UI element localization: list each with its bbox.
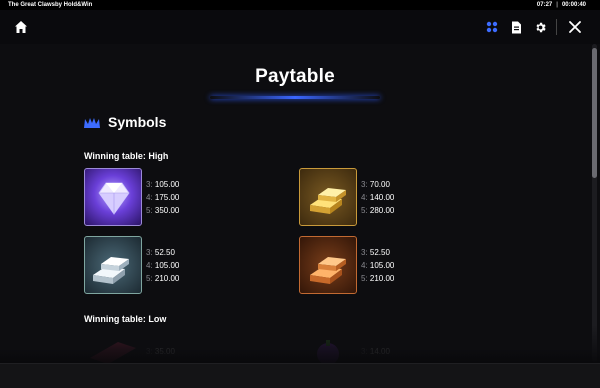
symbols-section-title: Symbols <box>108 114 167 130</box>
time-separator: | <box>556 2 558 8</box>
copper-bars-icon <box>310 257 346 284</box>
pay-count: 3: <box>146 346 153 356</box>
status-times: 07:27 | 00:00:40 <box>537 0 586 10</box>
pay-count: 4: <box>361 260 368 270</box>
pay-value: 175.00 <box>154 192 180 202</box>
pay-value: 105.00 <box>154 179 180 189</box>
scrollbar-thumb[interactable] <box>592 48 597 178</box>
red-symbol-paytable: 3: 35.00 <box>146 345 175 358</box>
pay-count: 3: <box>361 247 368 257</box>
purple-symbol-tile <box>299 336 357 366</box>
symbol-low-purple: 3: 14.00 <box>299 336 390 366</box>
grid-button[interactable] <box>480 18 504 36</box>
purple-symbol-paytable: 3: 14.00 <box>361 345 390 358</box>
top-toolbar <box>0 10 600 44</box>
pay-value: 105.00 <box>369 260 395 270</box>
pay-value: 52.50 <box>154 247 175 257</box>
bottom-bar <box>0 363 600 388</box>
home-button[interactable] <box>13 19 29 35</box>
symbols-section-header: Symbols <box>84 114 166 130</box>
diamond-tile <box>84 168 142 226</box>
gear-icon <box>535 22 546 32</box>
document-icon <box>511 21 521 33</box>
pay-count: 5: <box>146 205 153 215</box>
clock: 07:27 <box>536 2 553 8</box>
diamond-paytable: 3: 105.00 4: 175.00 5: 350.00 <box>146 178 179 217</box>
toolbar-divider <box>556 19 557 35</box>
pay-count: 5: <box>361 273 368 283</box>
pay-value: 140.00 <box>369 192 395 202</box>
status-bar: The Great Clawsby Hold&Win 07:27 | 00:00… <box>0 0 600 10</box>
symbol-copper-bars: 3: 52.50 4: 105.00 5: 210.00 <box>299 236 394 294</box>
pay-count: 4: <box>146 192 153 202</box>
silver-bars-tile <box>84 236 142 294</box>
pay-count: 3: <box>146 179 153 189</box>
red-symbol-tile <box>84 336 142 366</box>
pay-count: 4: <box>146 260 153 270</box>
red-symbol-icon <box>90 342 136 364</box>
toolbar-actions <box>480 18 587 36</box>
pay-value: 35.00 <box>154 346 175 356</box>
pay-count: 5: <box>361 205 368 215</box>
home-icon <box>15 21 27 33</box>
winning-table-low-label: Winning table: Low <box>84 314 167 324</box>
pay-value: 70.00 <box>369 179 390 189</box>
pay-value: 14.00 <box>369 346 390 356</box>
rules-button[interactable] <box>504 18 528 36</box>
session-time: 00:00:40 <box>561 2 586 8</box>
title-underline <box>210 96 380 99</box>
copper-bars-paytable: 3: 52.50 4: 105.00 5: 210.00 <box>361 246 394 285</box>
symbol-low-red: 3: 35.00 <box>84 336 175 366</box>
gold-bars-paytable: 3: 70.00 4: 140.00 5: 280.00 <box>361 178 394 217</box>
pay-value: 210.00 <box>369 273 395 283</box>
diamond-icon <box>98 182 130 215</box>
silver-bars-icon <box>93 257 129 284</box>
symbol-silver-bars: 3: 52.50 4: 105.00 5: 210.00 <box>84 236 179 294</box>
pay-count: 3: <box>361 179 368 189</box>
pay-value: 105.00 <box>154 260 180 270</box>
pay-count: 3: <box>146 247 153 257</box>
copper-bars-tile <box>299 236 357 294</box>
page-title: Paytable <box>255 66 335 87</box>
pay-count: 5: <box>146 273 153 283</box>
pay-count: 4: <box>361 192 368 202</box>
pay-count: 3: <box>361 346 368 356</box>
pay-value: 350.00 <box>154 205 180 215</box>
pay-value: 210.00 <box>154 273 180 283</box>
pay-value: 52.50 <box>369 247 390 257</box>
close-icon <box>569 21 581 33</box>
crown-icon <box>84 117 100 128</box>
gold-bars-tile <box>299 168 357 226</box>
pay-value: 280.00 <box>369 205 395 215</box>
settings-button[interactable] <box>528 18 552 36</box>
symbol-gold-bars: 3: 70.00 4: 140.00 5: 280.00 <box>299 168 394 226</box>
purple-symbol-icon <box>317 340 339 365</box>
game-title: The Great Clawsby Hold&Win <box>8 2 93 8</box>
silver-bars-paytable: 3: 52.50 4: 105.00 5: 210.00 <box>146 246 179 285</box>
winning-table-high-label: Winning table: High <box>84 151 169 161</box>
grid-icon <box>486 21 498 33</box>
gold-bars-icon <box>310 188 346 214</box>
close-button[interactable] <box>563 18 587 36</box>
symbol-diamond: 3: 105.00 4: 175.00 5: 350.00 <box>84 168 179 226</box>
scrollbar-track[interactable] <box>592 44 597 362</box>
